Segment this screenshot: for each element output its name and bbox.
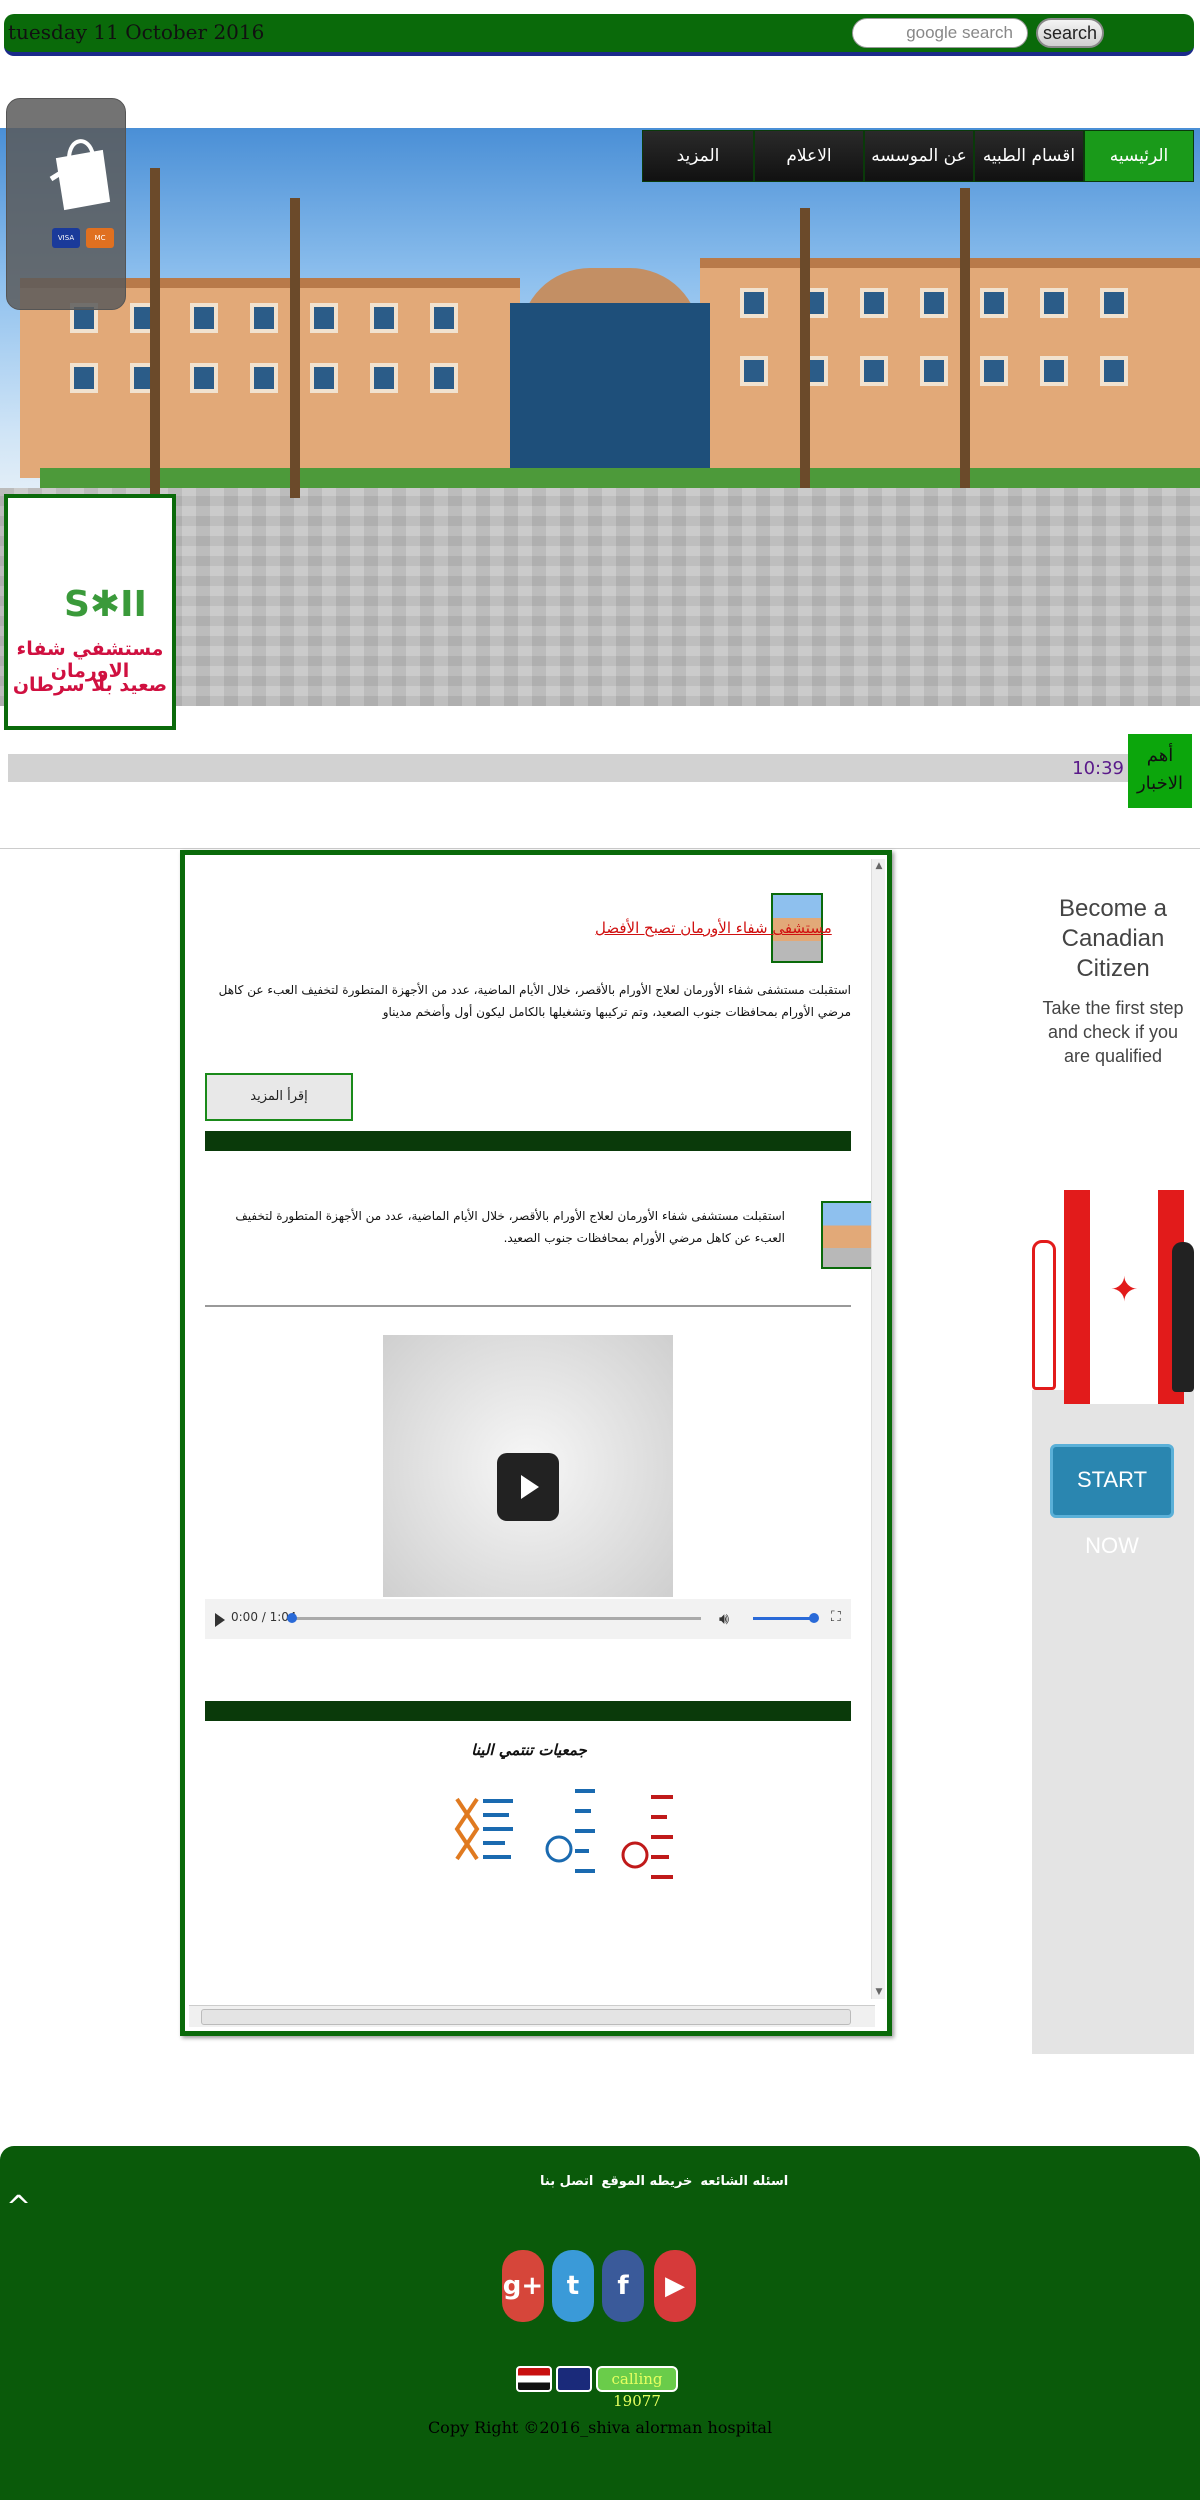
fullscreen-icon[interactable]: ⛶ — [831, 1609, 841, 1625]
news-label: أهم الاخبار — [1128, 734, 1192, 808]
hotline-badge[interactable]: calling 19077 — [596, 2366, 678, 2410]
uk-flag-icon[interactable] — [556, 2366, 592, 2392]
horizontal-scrollbar[interactable] — [189, 2005, 875, 2027]
content-frame[interactable]: مستشفى شفاء الأورمان تصبح الأفضل استقبلت… — [180, 850, 892, 2036]
footer: ^ اسئله الشائعه خريطه الموقع اتصل بنا g+… — [0, 2146, 1200, 2500]
facebook-icon[interactable]: f — [602, 2250, 644, 2322]
nav-item-home[interactable]: الرئيسيه — [1084, 130, 1194, 182]
nav-item-more[interactable]: المزيد — [642, 130, 754, 182]
palm-tree-icon — [960, 188, 970, 488]
youtube-icon[interactable]: ▶ — [654, 2250, 696, 2322]
plaza-pavement — [0, 488, 1200, 706]
top-bar: tuesday 11 October 2016 google search se… — [4, 14, 1194, 56]
palm-tree-icon — [150, 168, 160, 498]
volume-icon[interactable]: 🔊︎ — [719, 1609, 729, 1629]
person-icon — [1032, 1240, 1056, 1390]
language-switcher: calling 19077 — [516, 2366, 678, 2410]
ad-headline: Become a Canadian Citizen — [1058, 895, 1168, 982]
back-to-top-icon[interactable]: ^ — [6, 2190, 31, 2225]
play-button[interactable] — [215, 1613, 225, 1627]
egypt-flag-icon[interactable] — [516, 2366, 552, 2392]
partner-logo-afnci[interactable] — [447, 1779, 517, 1903]
shopping-bag-icon — [49, 139, 111, 211]
footer-link-contact[interactable]: اتصل بنا — [540, 2174, 593, 2189]
page: tuesday 11 October 2016 google search se… — [0, 0, 1200, 2500]
section-divider — [205, 1131, 851, 1151]
video-progress-bar[interactable] — [287, 1613, 701, 1623]
video-player[interactable] — [383, 1335, 673, 1597]
logo-mark: S✱II — [64, 584, 147, 625]
article-title[interactable]: مستشفى شفاء الأورمان تصبح الأفضل — [595, 919, 832, 937]
vertical-scrollbar[interactable]: ▲ ▼ — [871, 859, 885, 1999]
ticker-text[interactable]: 10:39 — [1072, 758, 1124, 779]
main-nav: الرئيسيه اقسام الطبيه عن الموسسه الاعلام… — [642, 130, 1194, 182]
ad-banner[interactable]: Become a Canadian Citizen Take the first… — [1032, 850, 1194, 2054]
footer-link-faq[interactable]: اسئله الشائعه — [700, 2174, 788, 2189]
mastercard-icon: MC — [86, 228, 114, 248]
person-icon — [1172, 1242, 1194, 1392]
article-body: استقبلت مستشفى شفاء الأورمان لعلاج الأور… — [218, 983, 851, 1019]
news-ticker: 10:39 — [8, 754, 1128, 782]
nav-item-media[interactable]: الاعلام — [754, 130, 864, 182]
progress-handle[interactable] — [287, 1613, 297, 1623]
start-now-button[interactable]: START NOW — [1050, 1444, 1174, 1558]
partner-logo-ecn[interactable] — [621, 1779, 681, 1913]
current-date: tuesday 11 October 2016 — [8, 20, 265, 44]
footer-link-sitemap[interactable]: خريطه الموقع — [601, 2174, 692, 2189]
read-more-button[interactable]: إقرأ المزيد — [205, 1073, 353, 1121]
maple-leaf-icon: ✦ — [1110, 1270, 1139, 1310]
scroll-thumb[interactable] — [201, 2009, 851, 2025]
section-divider — [205, 1701, 851, 1721]
search-input[interactable]: google search — [852, 18, 1028, 48]
ad-subtext: Take the first step and check if you are… — [1042, 998, 1184, 1066]
hero-hospital-image — [0, 128, 1200, 706]
cart-widget[interactable] — [6, 98, 126, 310]
visa-card-icon: VISA — [52, 228, 80, 248]
divider — [205, 1305, 851, 1307]
video-controls: 0:00 / 1:04 🔊︎ ⛶ — [205, 1599, 851, 1639]
partners-title: جمعيات تنتمي الينا — [471, 1741, 587, 1759]
afnci-logo-icon — [454, 1797, 513, 1861]
volume-slider[interactable] — [753, 1613, 819, 1623]
volume-handle[interactable] — [809, 1613, 819, 1623]
scroll-down-icon[interactable]: ▼ — [874, 1987, 884, 1997]
nav-item-medical-departments[interactable]: اقسام الطبيه — [974, 130, 1084, 182]
twitter-icon[interactable]: t — [552, 2250, 594, 2322]
scroll-up-icon[interactable]: ▲ — [874, 861, 884, 871]
palm-tree-icon — [290, 198, 300, 498]
palm-tree-icon — [800, 208, 810, 488]
google-plus-icon[interactable]: g+ — [502, 2250, 544, 2322]
search-button[interactable]: search — [1036, 18, 1104, 48]
article-thumbnail[interactable] — [821, 1201, 873, 1269]
logo-slogan: صعيد بلا سرطان — [12, 674, 168, 696]
hospital-logo[interactable]: S✱II مستشفي شفاء الاورمان صعيد بلا سرطان — [4, 494, 176, 730]
copyright: Copy Right ©2016_shiva alorman hospital — [427, 2418, 773, 2437]
partner-logo-ecn-usa[interactable] — [545, 1779, 601, 1913]
nav-item-about[interactable]: عن الموسسه — [864, 130, 974, 182]
article-body: استقبلت مستشفى شفاء الأورمان لعلاج الأور… — [235, 1209, 785, 1245]
ecn-logo-icon — [621, 1795, 673, 1879]
hospital-entrance — [510, 303, 710, 478]
payment-cards: VISA MC — [52, 228, 114, 248]
play-icon[interactable] — [497, 1453, 559, 1521]
ecn-usa-logo-icon — [545, 1789, 595, 1873]
footer-links: اسئله الشائعه خريطه الموقع اتصل بنا — [540, 2174, 788, 2189]
